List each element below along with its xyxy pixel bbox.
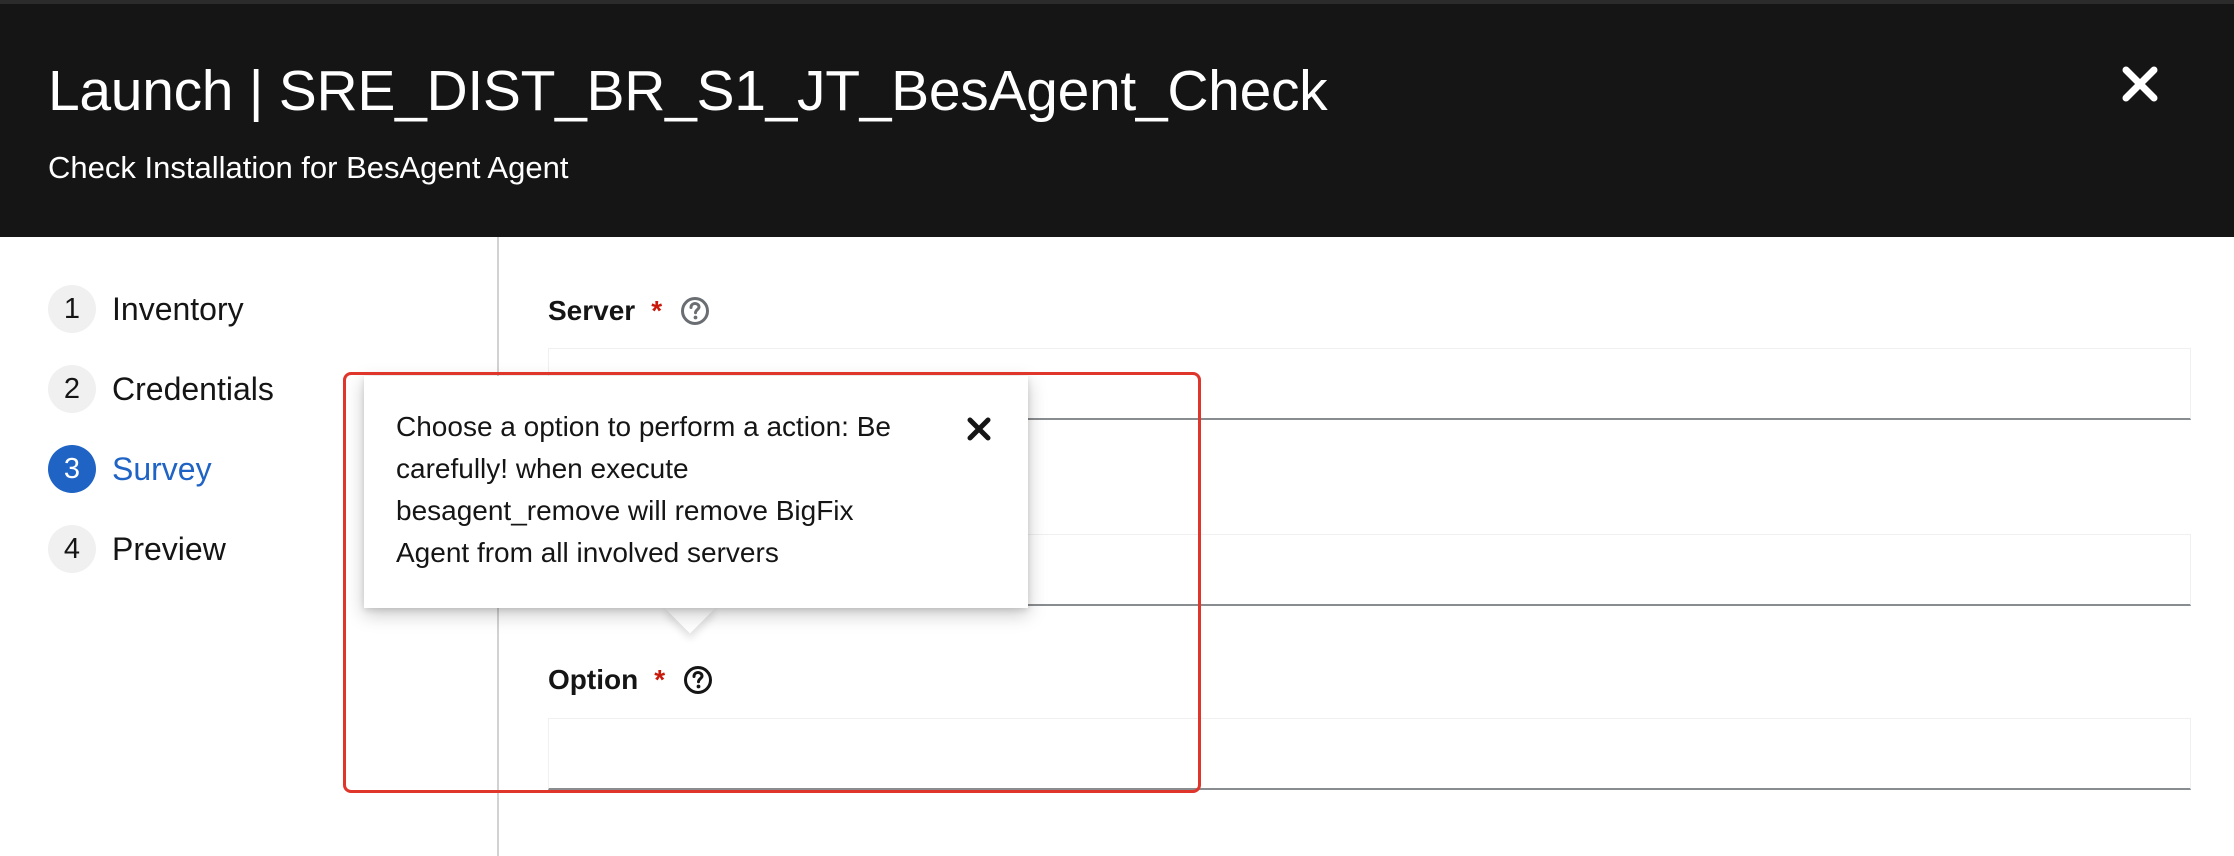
step-label: Inventory	[112, 290, 244, 327]
help-icon[interactable]	[683, 665, 713, 695]
option-input[interactable]	[548, 718, 2191, 790]
step-label: Survey	[112, 450, 212, 487]
option-label-text: Option	[548, 664, 639, 695]
step-number: 3	[48, 445, 96, 493]
popover-body: Choose a option to perform a action: Be …	[396, 406, 936, 574]
close-icon[interactable]	[2118, 62, 2162, 106]
modal-title: Launch | SRE_DIST_BR_S1_JT_BesAgent_Chec…	[48, 59, 1328, 123]
wizard-step-inventory[interactable]: 1 Inventory	[48, 284, 244, 334]
popover-line: Agent from all involved servers	[396, 537, 779, 568]
modal-header: Launch | SRE_DIST_BR_S1_JT_BesAgent_Chec…	[0, 0, 2234, 237]
server-field-label: Server *	[548, 291, 710, 331]
option-field-label: Option *	[548, 660, 713, 700]
help-icon[interactable]	[680, 296, 710, 326]
step-number: 4	[48, 525, 96, 573]
modal-description: Check Installation for BesAgent Agent	[48, 150, 569, 185]
popover-line: carefully! when execute	[396, 453, 689, 484]
required-mark: *	[651, 295, 663, 326]
popover-line: besagent_remove will remove BigFix	[396, 495, 854, 526]
wizard-step-survey[interactable]: 3 Survey	[48, 444, 212, 494]
close-icon[interactable]	[964, 414, 994, 444]
step-label: Preview	[112, 530, 226, 567]
step-number: 2	[48, 365, 96, 413]
wizard-step-preview[interactable]: 4 Preview	[48, 524, 226, 574]
wizard-step-credentials[interactable]: 2 Credentials	[48, 364, 274, 414]
step-number: 1	[48, 285, 96, 333]
popover-line: Choose a option to perform a action: Be	[396, 411, 891, 442]
server-label-text: Server	[548, 295, 636, 326]
step-label: Credentials	[112, 370, 274, 407]
help-popover: Choose a option to perform a action: Be …	[364, 376, 1028, 608]
required-mark: *	[654, 664, 666, 695]
